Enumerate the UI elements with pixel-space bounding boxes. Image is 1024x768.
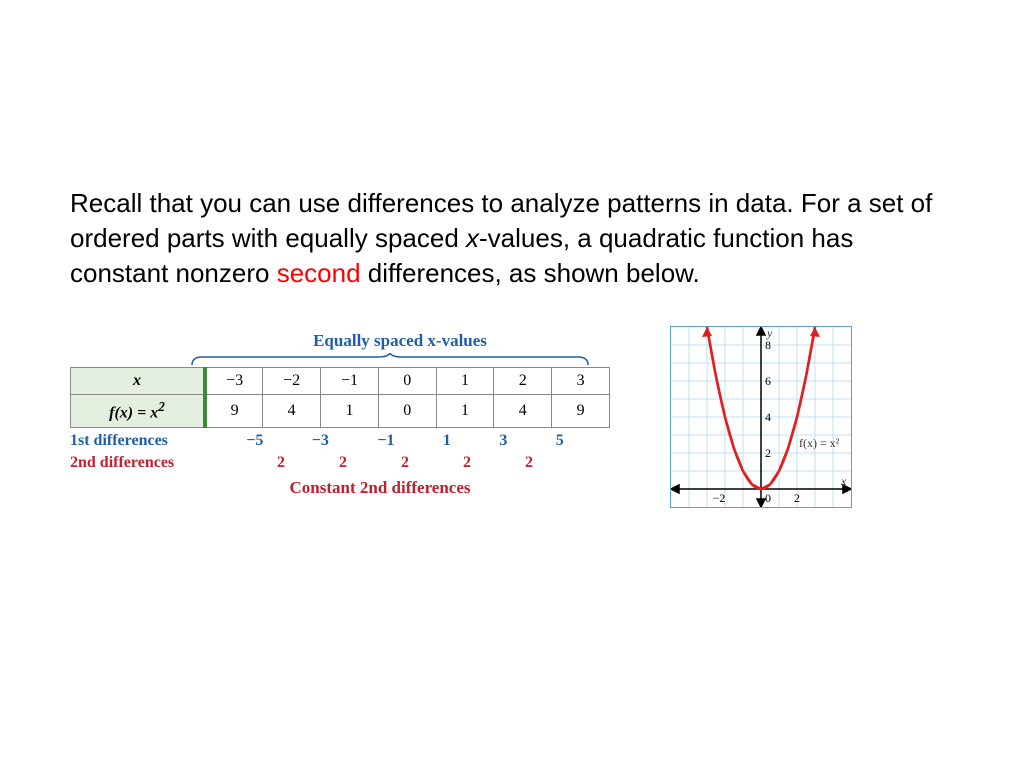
diff-val: 2 (339, 454, 347, 472)
second-diff-label: 2nd differences (70, 454, 200, 472)
x-cell: 3 (552, 368, 610, 395)
x-cell: 2 (494, 368, 552, 395)
diff-val: −1 (377, 432, 394, 450)
second-diff-row: 2nd differences 2 2 2 2 2 (70, 454, 610, 472)
svg-text:f(x) = x²: f(x) = x² (799, 436, 840, 450)
para-t3: differences, as shown below. (361, 258, 700, 288)
diff-val: −3 (312, 432, 329, 450)
x-cell: −3 (205, 368, 263, 395)
x-cell: −2 (263, 368, 321, 395)
para-x: x (466, 223, 479, 253)
fx-cell: 0 (378, 395, 436, 427)
constant-caption: Constant 2nd differences (150, 478, 610, 498)
fx-cell: 9 (552, 395, 610, 427)
svg-text:6: 6 (765, 374, 771, 388)
fx-cell: 4 (494, 395, 552, 427)
x-cell: 1 (436, 368, 494, 395)
svg-text:x: x (840, 474, 847, 488)
first-diff-row: 1st differences −5 −3 −1 1 3 5 (70, 432, 610, 450)
x-cell: −1 (321, 368, 379, 395)
first-diff-label: 1st differences (70, 432, 200, 450)
xy-table: x −3 −2 −1 0 1 2 3 f(x) = x2 9 4 1 0 1 4 (70, 367, 610, 427)
svg-text:4: 4 (765, 410, 771, 424)
diff-val: 3 (499, 432, 507, 450)
row-header-fx: f(x) = x2 (71, 395, 206, 427)
brace-label: Equally spaced x-values (190, 331, 610, 351)
diff-val: 5 (556, 432, 564, 450)
fx-cell: 1 (321, 395, 379, 427)
x-cell: 0 (378, 368, 436, 395)
diff-val: 2 (463, 454, 471, 472)
svg-text:8: 8 (765, 338, 771, 352)
svg-text:0: 0 (765, 491, 771, 505)
second-diff-values: 2 2 2 2 2 (200, 454, 610, 472)
svg-text:2: 2 (794, 491, 800, 505)
fx-cell: 4 (263, 395, 321, 427)
diff-val: 2 (525, 454, 533, 472)
row-header-x: x (71, 368, 206, 395)
first-diff-values: −5 −3 −1 1 3 5 (200, 432, 610, 450)
intro-paragraph: Recall that you can use differences to a… (70, 186, 954, 291)
fx-cell: 9 (205, 395, 263, 427)
brace-graphic (190, 353, 590, 367)
svg-text:2: 2 (765, 446, 771, 460)
diff-val: 1 (443, 432, 451, 450)
svg-text:y: y (766, 326, 773, 340)
differences-table-block: Equally spaced x-values x −3 −2 −1 0 1 2… (70, 331, 610, 497)
diff-val: 2 (401, 454, 409, 472)
fx-cell: 1 (436, 395, 494, 427)
para-second: second (277, 258, 361, 288)
diff-val: −5 (246, 432, 263, 450)
diff-val: 2 (277, 454, 285, 472)
svg-text:−2: −2 (713, 491, 726, 505)
parabola-graph: −2 0 2 2 4 6 8 f(x) = x² x y (670, 326, 852, 513)
